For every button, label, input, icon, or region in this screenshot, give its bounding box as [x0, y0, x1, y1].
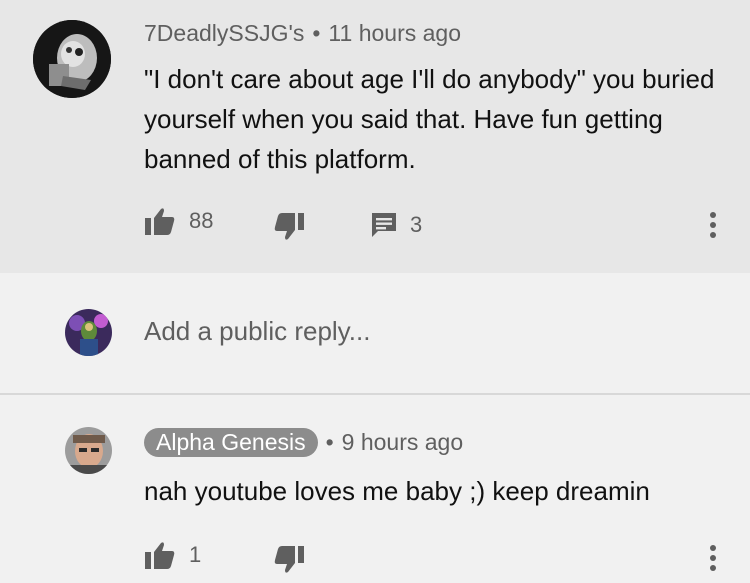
reply-dislike-button[interactable] [274, 546, 304, 574]
reply-time: 9 hours ago [341, 429, 464, 455]
comment-text: "I don't care about age I'll do anybody"… [144, 64, 715, 174]
reply-meta: Alpha Genesis • 9 hours ago [144, 428, 463, 457]
thumbs-up-icon [145, 541, 175, 569]
commenter-avatar[interactable] [33, 20, 111, 98]
reply-like-count: 1 [189, 542, 202, 567]
reply-input-row [0, 273, 750, 393]
comment-author[interactable]: 7DeadlySSJG's [144, 20, 304, 46]
comment-menu-button[interactable] [706, 210, 720, 245]
like-count: 88 [189, 208, 214, 233]
comment-icon [370, 211, 398, 239]
divider [0, 393, 750, 395]
dislike-button[interactable] [274, 213, 304, 241]
reply-input[interactable]: Add a public reply... [144, 316, 370, 347]
replies-button[interactable]: 3 [370, 211, 422, 239]
reply-menu-button[interactable] [706, 543, 720, 578]
separator-dot: • [312, 20, 321, 46]
reply-count: 3 [410, 212, 423, 237]
like-button[interactable]: 88 [145, 207, 213, 235]
comment-time: 11 hours ago [328, 20, 461, 46]
separator-dot: • [325, 429, 334, 455]
reply-author-badge[interactable]: Alpha Genesis [144, 428, 318, 457]
thumbs-down-icon [274, 546, 304, 574]
comment-card: 7DeadlySSJG's • 11 hours ago "I don't care… [0, 0, 750, 273]
current-user-avatar [65, 309, 112, 356]
reply-author-avatar[interactable] [65, 427, 112, 474]
comment-meta: 7DeadlySSJG's • 11 hours ago [144, 20, 461, 47]
thumbs-up-icon [145, 207, 175, 235]
more-vert-icon [706, 212, 720, 244]
reply-like-button[interactable]: 1 [145, 541, 201, 569]
reply-text: nah youtube loves me baby ;) keep dreami… [144, 476, 650, 506]
thumbs-down-icon [274, 213, 304, 241]
more-vert-icon [706, 545, 720, 577]
